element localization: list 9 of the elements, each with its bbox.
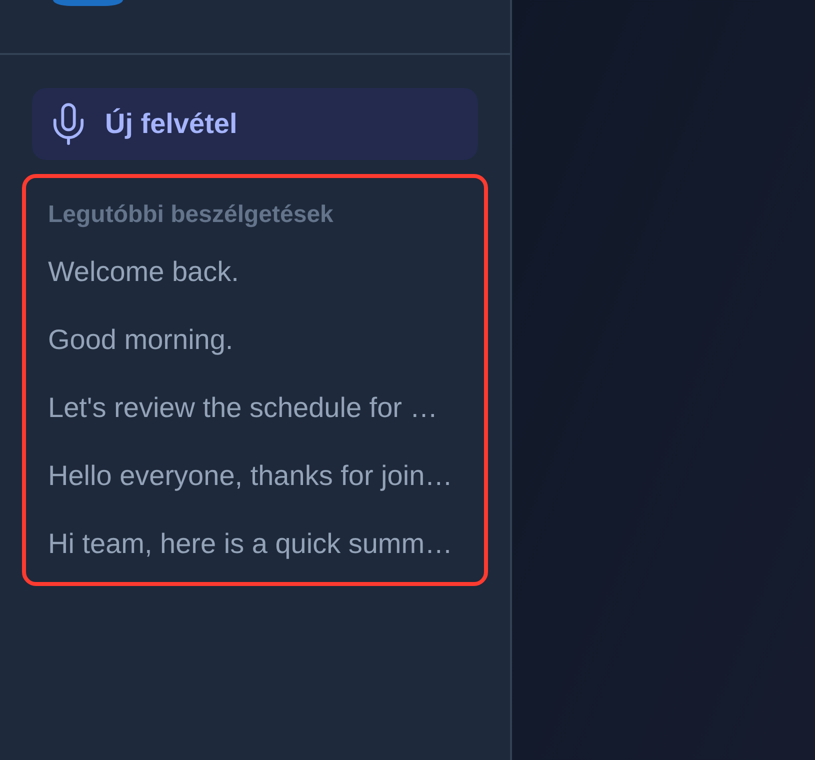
conversation-item[interactable]: Good morning. — [48, 320, 234, 360]
conversation-item[interactable]: Hello everyone, thanks for join… — [48, 456, 453, 496]
microphone-icon — [53, 103, 84, 145]
cropped-button[interactable] — [53, 0, 123, 6]
section-heading: Legutóbbi beszélgetések — [48, 200, 334, 230]
conversation-item[interactable]: Hi team, here is a quick summ… — [48, 524, 453, 564]
conversation-item[interactable]: Welcome back. — [48, 252, 239, 292]
new-recording-button[interactable]: Új felvétel — [32, 88, 478, 160]
conversation-item[interactable]: Let's review the schedule for … — [48, 388, 438, 428]
